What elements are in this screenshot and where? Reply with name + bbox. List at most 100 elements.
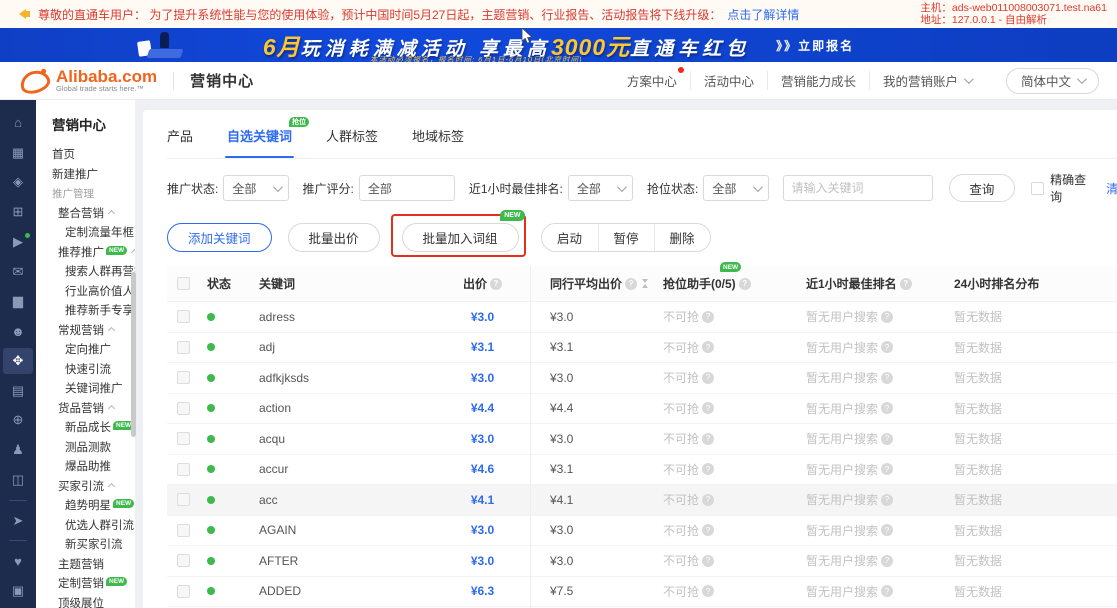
info-icon[interactable] xyxy=(881,311,893,323)
info-icon[interactable] xyxy=(702,524,714,536)
sort-icon[interactable] xyxy=(642,279,648,288)
tab-region[interactable]: 地域标签 xyxy=(412,126,464,158)
info-icon[interactable] xyxy=(702,494,714,506)
row-checkbox[interactable] xyxy=(177,524,190,537)
language-select[interactable]: 简体中文 xyxy=(1006,68,1099,94)
sidebar-item[interactable]: 趋势明星NEW xyxy=(52,497,135,517)
sidebar-item[interactable]: 定制营销NEW xyxy=(52,575,135,595)
info-icon[interactable] xyxy=(881,463,893,475)
row-checkbox[interactable] xyxy=(177,432,190,445)
bid-value[interactable]: ¥3.0 xyxy=(471,310,494,324)
info-icon[interactable] xyxy=(881,402,893,414)
delete-button[interactable]: 删除 xyxy=(654,224,710,251)
tab-product[interactable]: 产品 xyxy=(167,126,193,158)
bulk-bid-button[interactable]: 批量出价 xyxy=(288,223,380,252)
info-icon[interactable] xyxy=(702,372,714,384)
bulk-add-group-button[interactable]: 批量加入词组 xyxy=(402,223,519,252)
sidebar-item[interactable]: 常规营销 xyxy=(52,322,135,342)
info-icon[interactable] xyxy=(881,494,893,506)
sidebar-item[interactable]: 定制流量年框 xyxy=(52,224,135,244)
sidebar-item[interactable]: 首页 xyxy=(52,146,135,166)
chart-icon[interactable]: ▆ xyxy=(3,289,33,315)
info-icon[interactable] xyxy=(702,463,714,475)
tab-audience[interactable]: 人群标签 xyxy=(326,126,378,158)
nav-activity-center[interactable]: 活动中心 xyxy=(690,71,767,90)
info-icon[interactable] xyxy=(625,278,637,290)
info-icon[interactable] xyxy=(702,311,714,323)
live-video-icon[interactable]: ▶ xyxy=(3,229,33,255)
sidebar-item[interactable]: 货品营销 xyxy=(52,400,135,420)
sidebar-item[interactable]: 行业高价值人群 xyxy=(52,283,135,303)
bid-value[interactable]: ¥3.0 xyxy=(471,371,494,385)
apps-icon[interactable]: ⊞ xyxy=(3,199,33,225)
info-icon[interactable] xyxy=(881,555,893,567)
alibaba-logo[interactable]: Alibaba.com Global trade starts here.™ xyxy=(20,69,157,93)
grab-filter-select[interactable]: 全部 xyxy=(703,175,768,201)
info-icon[interactable] xyxy=(900,278,912,290)
info-icon[interactable] xyxy=(881,372,893,384)
select-all-checkbox[interactable] xyxy=(177,277,190,290)
sidebar-item[interactable]: 顶级展位 xyxy=(52,595,135,608)
bid-value[interactable]: ¥3.0 xyxy=(471,432,494,446)
info-icon[interactable] xyxy=(702,341,714,353)
bid-value[interactable]: ¥6.3 xyxy=(471,584,494,598)
info-icon[interactable] xyxy=(881,524,893,536)
info-icon[interactable] xyxy=(490,278,502,290)
row-checkbox[interactable] xyxy=(177,371,190,384)
start-button[interactable]: 启动 xyxy=(542,224,598,251)
nav-my-account[interactable]: 我的营销账户 xyxy=(869,71,984,90)
heart-icon[interactable]: ♥ xyxy=(3,548,33,574)
home-icon[interactable]: ⌂ xyxy=(3,110,33,136)
bid-value[interactable]: ¥3.0 xyxy=(471,523,494,537)
sidebar-item[interactable]: 测品测款 xyxy=(52,439,135,459)
globe-icon[interactable]: ⊕ xyxy=(3,408,33,434)
users-icon[interactable]: ☻ xyxy=(3,318,33,344)
sidebar-item[interactable]: 买家引流 xyxy=(52,478,135,498)
info-icon[interactable] xyxy=(739,278,751,290)
info-icon[interactable] xyxy=(881,585,893,597)
row-checkbox[interactable] xyxy=(177,585,190,598)
bid-value[interactable]: ¥4.4 xyxy=(471,401,494,415)
scrollbar-thumb[interactable] xyxy=(131,272,136,437)
store-icon[interactable]: ▦ xyxy=(3,140,33,166)
nav-marketing-growth[interactable]: 营销能力成长 xyxy=(767,71,869,90)
info-icon[interactable] xyxy=(702,555,714,567)
info-icon[interactable] xyxy=(881,341,893,353)
bid-value[interactable]: ¥4.1 xyxy=(471,493,494,507)
search-button[interactable]: 查询 xyxy=(949,174,1016,202)
sidebar-item[interactable]: 爆品助推 xyxy=(52,458,135,478)
sidebar-item[interactable]: 关键词推广 xyxy=(52,380,135,400)
status-filter-select[interactable]: 全部 xyxy=(223,175,288,201)
sidebar-item[interactable]: 推荐新手专享 xyxy=(52,302,135,322)
sidebar-item[interactable]: 新买家引流 xyxy=(52,536,135,556)
clear-filters-link[interactable]: 清除所有筛选 xyxy=(1106,180,1117,197)
agent-icon[interactable]: ♟ xyxy=(3,437,33,463)
info-icon[interactable] xyxy=(702,402,714,414)
clipboard-icon[interactable]: ▤ xyxy=(3,378,33,404)
sidebar-item[interactable]: 推荐推广NEW xyxy=(52,244,135,264)
pause-button[interactable]: 暂停 xyxy=(598,224,654,251)
nav-plan-center[interactable]: 方案中心 xyxy=(614,71,690,90)
tab-custom-keywords[interactable]: 自选关键词抢位 xyxy=(227,126,292,158)
briefcase-icon[interactable]: ▣ xyxy=(3,578,33,604)
shield-icon[interactable]: ◈ xyxy=(3,170,33,196)
message-icon[interactable]: ✉ xyxy=(3,259,33,285)
info-icon[interactable] xyxy=(881,433,893,445)
sidebar-item[interactable]: 搜索人群再营销 xyxy=(52,263,135,283)
keyword-search-input[interactable] xyxy=(783,175,933,201)
row-checkbox[interactable] xyxy=(177,402,190,415)
bid-value[interactable]: ¥3.1 xyxy=(471,340,494,354)
bid-value[interactable]: ¥3.0 xyxy=(471,554,494,568)
sidebar-item[interactable]: 优选人群引流NEW xyxy=(52,517,135,537)
bid-value[interactable]: ¥4.6 xyxy=(471,462,494,476)
row-checkbox[interactable] xyxy=(177,463,190,476)
row-checkbox[interactable] xyxy=(177,554,190,567)
add-keyword-button[interactable]: 添加关键词 xyxy=(167,223,272,252)
sidebar-item[interactable]: 主题营销 xyxy=(52,556,135,576)
sidebar-item[interactable]: 新品成长NEW xyxy=(52,419,135,439)
row-checkbox[interactable] xyxy=(177,341,190,354)
info-icon[interactable] xyxy=(702,585,714,597)
row-checkbox[interactable] xyxy=(177,493,190,506)
sidebar-item[interactable]: 新建推广 xyxy=(52,166,135,186)
rank-filter-select[interactable]: 全部 xyxy=(568,175,633,201)
